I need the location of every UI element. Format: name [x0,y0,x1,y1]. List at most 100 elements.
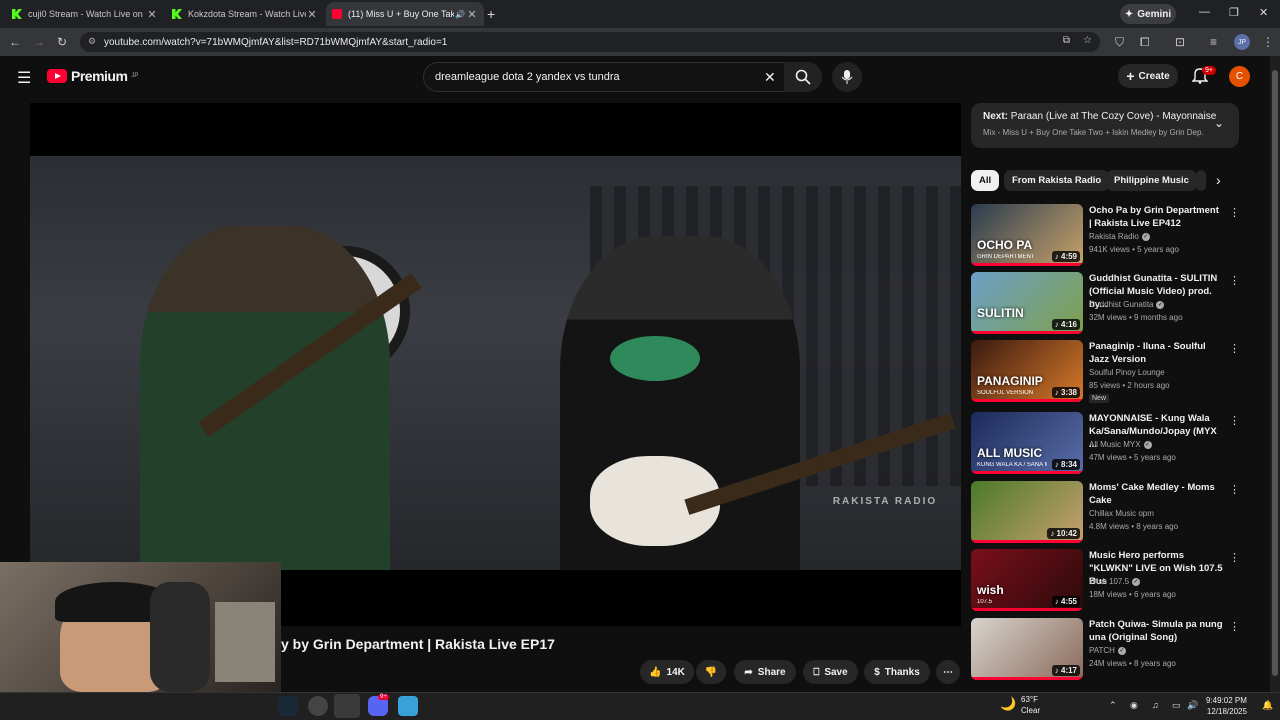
channel-name[interactable]: Wish 107.5 ✓ [1089,577,1141,586]
microphone-tray-icon[interactable]: ♫ [1152,700,1159,710]
tab-search-icon[interactable]: ⊡ [1175,35,1185,49]
shield-extension-icon[interactable]: ⛉ [1115,35,1124,50]
gemini-button[interactable]: ✦ Gemini [1120,4,1176,24]
recommendation-item[interactable]: ALL MUSIC KUNG WALA KA / SANA MUNDO / JOP… [971,412,1251,476]
more-options-icon[interactable]: ⋮ [1229,620,1240,633]
search-input[interactable]: dreamleague dota 2 yandex vs tundra ✕ [423,62,785,92]
video-thumbnail[interactable]: wish 107.5 ♪ 4:55 [971,549,1083,611]
more-options-icon[interactable]: ⋮ [1229,483,1240,496]
like-button[interactable]: 👍 14K [640,660,694,684]
hamburger-menu-icon[interactable]: ☰ [17,68,31,88]
video-thumbnail[interactable]: ♪ 10:42 [971,481,1083,543]
channel-name[interactable]: Guddhist Gunatita ✓ [1089,300,1165,309]
more-options-icon[interactable]: ⋮ [1229,414,1240,427]
recommendation-item[interactable]: OCHO PA GRIN DEPARTMENT ♪ 4:59 Ocho Pa by G… [971,204,1251,268]
chip-all[interactable]: All [971,170,1000,191]
recommendation-item[interactable]: ♪ 10:42 Moms' Cake Medley - Moms Cake Chil… [971,481,1251,545]
video-thumbnail[interactable]: SULITIN ♪ 4:16 [971,272,1083,334]
close-tab-icon[interactable]: ✕ [306,8,318,21]
chevron-right-icon[interactable]: › [1216,172,1221,188]
close-window-button[interactable]: ✕ [1259,6,1268,19]
recommendation-item[interactable]: SULITIN ♪ 4:16 Guddhist Gunatita - SULITIN… [971,272,1251,336]
address-bar[interactable]: ⚙ youtube.com/watch?v=71bWMQjmfAY&list=R… [80,32,1100,52]
channel-name[interactable]: PATCH ✓ [1089,646,1126,655]
recommendation-title[interactable]: Patch Quiwa- Simula pa nung una (Origina… [1089,618,1224,644]
verified-check-icon: ✓ [1156,300,1165,309]
search-button[interactable] [784,62,822,92]
recommendation-item[interactable]: wish 107.5 ♪ 4:55 Music Hero performs "KLWK… [971,549,1251,613]
close-tab-icon[interactable]: ✕ [146,8,158,21]
channel-name[interactable]: All Music MYX ✓ [1089,440,1152,449]
recommendation-item[interactable]: ♪ 4:17 Patch Quiwa- Simula pa nung una (O… [971,618,1251,682]
bookmark-star-icon[interactable]: ☆ [1083,35,1092,46]
steam-active-icon[interactable] [334,694,360,718]
scrollbar-thumb[interactable] [1272,70,1278,676]
voice-search-button[interactable] [832,62,862,92]
profile-avatar[interactable]: JP [1234,34,1250,50]
obs-icon[interactable] [308,696,328,716]
share-button[interactable]: ➦ Share [734,660,796,684]
notepad-icon[interactable] [398,696,418,716]
browser-tab-1[interactable]: cuji0 Stream - Watch Live on K ✕ [6,2,164,26]
browser-menu-icon[interactable]: ⋮ [1262,35,1274,49]
clear-search-icon[interactable]: ✕ [764,69,776,86]
video-thumbnail[interactable]: PANAGINIP SOULFUL VERSION ♪ 3:38 [971,340,1083,402]
restore-button[interactable]: ❐ [1229,6,1239,19]
video-thumbnail[interactable]: ♪ 4:17 [971,618,1083,680]
account-avatar[interactable]: C [1229,66,1250,87]
chip-philippine-music[interactable]: Philippine Music [1106,170,1197,191]
display-icon[interactable]: ▭ [1172,700,1181,711]
create-button[interactable]: + Create [1118,64,1178,88]
recommendation-title[interactable]: Panaginip - Iluna - Soulful Jazz Version [1089,340,1224,366]
more-options-icon[interactable]: ⋮ [1229,342,1240,355]
watched-progress-bar [971,331,1083,334]
more-options-icon[interactable]: ⋮ [1229,206,1240,219]
notification-center-icon[interactable]: 🔔 [1262,700,1273,711]
sparkle-icon: ✦ [1124,8,1134,20]
channel-name[interactable]: Chillax Music opm [1089,509,1154,518]
recommendation-title[interactable]: Moms' Cake Medley - Moms Cake [1089,481,1224,507]
new-tab-button[interactable]: + [487,6,495,22]
up-next-card[interactable]: Next: Paraan (Live at The Cozy Cove) - M… [971,103,1239,148]
more-options-icon[interactable]: ⋮ [1229,551,1240,564]
browser-tab-2[interactable]: Kokzdota Stream - Watch Live o ✕ [166,2,324,26]
duration-badge: ♪ 10:42 [1047,528,1080,539]
site-info-icon[interactable]: ⚙ [88,36,96,47]
recommendation-title[interactable]: Ocho Pa by Grin Department | Rakista Liv… [1089,204,1224,230]
save-button[interactable]: ⎕ Save [803,660,858,684]
back-icon[interactable]: ← [9,35,21,49]
extensions-icon[interactable]: ⧠ [1140,35,1150,50]
network-icon[interactable]: ◉ [1130,700,1138,711]
minimize-button[interactable]: — [1199,6,1210,18]
chevron-down-icon[interactable]: ⌄ [1214,116,1224,130]
more-options-icon[interactable]: ⋮ [1229,274,1240,287]
thumbnail-text: ALL MUSIC [977,446,1043,460]
gemini-label: Gemini [1137,8,1172,20]
video-player[interactable]: RAKISTA RADIO [30,103,961,626]
steam-icon[interactable] [278,696,298,716]
youtube-premium-logo[interactable]: Premium JP [47,68,138,84]
thanks-button[interactable]: $ Thanks [864,660,930,684]
speaker-icon[interactable]: 🔊 [1187,700,1198,711]
video-thumbnail[interactable]: ALL MUSIC KUNG WALA KA / SANA MUNDO / JOP… [971,412,1083,474]
tab-title: Kokzdota Stream - Watch Live o [188,9,306,19]
shirt-graphic [610,336,700,381]
create-label: Create [1138,70,1170,82]
recommendation-item[interactable]: PANAGINIP SOULFUL VERSION ♪ 3:38 Panaginip … [971,340,1251,404]
browser-tab-3-active[interactable]: (11) Miss U + Buy One Take 🔊 ✕ [326,2,484,26]
more-actions-button[interactable]: ⋯ [936,660,960,684]
reload-icon[interactable]: ↻ [57,35,67,49]
system-clock[interactable]: 9:49:02 PM 12/18/2025 [1206,695,1247,717]
forward-icon[interactable]: → [33,35,45,49]
tray-overflow-icon[interactable]: ⌃ [1109,700,1117,711]
video-thumbnail[interactable]: OCHO PA GRIN DEPARTMENT ♪ 4:59 [971,204,1083,266]
install-app-icon[interactable]: ⧉ [1063,35,1070,46]
chip-from-rakista-radio[interactable]: From Rakista Radio [1004,170,1110,191]
close-tab-icon[interactable]: ✕ [466,8,478,21]
dislike-button[interactable]: 👎 [696,660,726,684]
channel-name[interactable]: Rakista Radio ✓ [1089,232,1150,241]
reading-list-icon[interactable]: ≡ [1210,35,1217,49]
channel-name[interactable]: Soulful Pinoy Lounge [1089,368,1165,377]
weather-widget[interactable]: 63°F Clear [1021,694,1040,716]
audio-playing-icon[interactable]: 🔊 [454,10,466,19]
